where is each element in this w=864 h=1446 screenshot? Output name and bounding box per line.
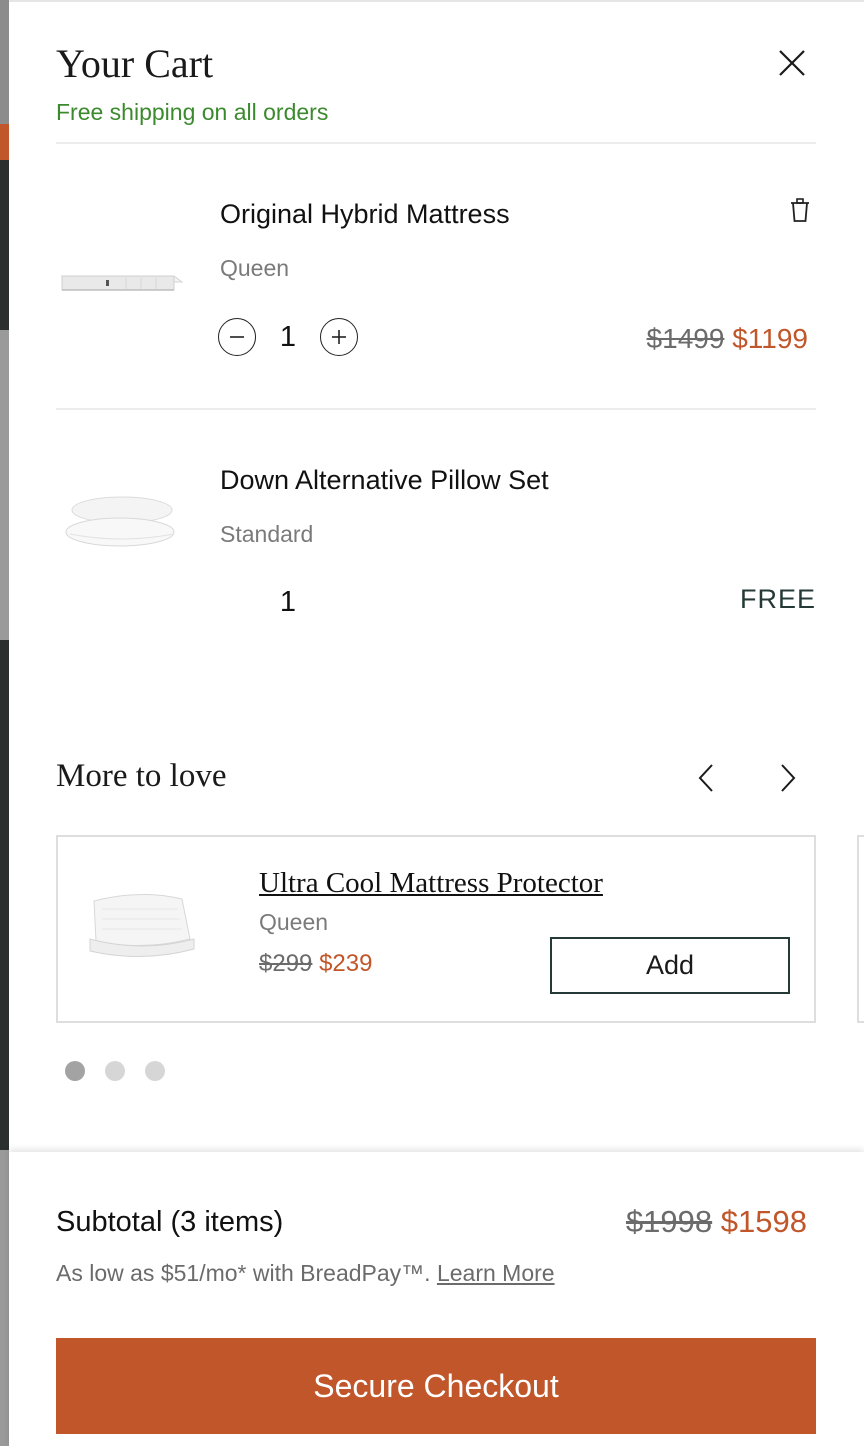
item-variant: Standard: [220, 521, 314, 547]
carousel-next-button[interactable]: [769, 760, 805, 796]
decrease-quantity-button[interactable]: [218, 318, 256, 356]
cart-drawer: Your Cart Free shipping on all orders Or…: [9, 0, 864, 1446]
price-original: $299: [259, 950, 313, 977]
recommendation-card: Ultra Cool Mattress Protector Queen $299…: [56, 835, 816, 1023]
financing-text: As low as $51/mo* with BreadPay™.: [56, 1260, 431, 1286]
minus-icon: [230, 336, 244, 338]
close-icon: [779, 50, 805, 76]
recommendations-title: More to love: [56, 758, 227, 794]
divider: [56, 408, 816, 410]
carousel-dot[interactable]: [105, 1061, 125, 1081]
add-to-cart-button[interactable]: Add: [550, 937, 790, 994]
quantity-stepper: 1: [218, 317, 358, 357]
learn-more-link[interactable]: Learn More: [437, 1260, 555, 1286]
close-button[interactable]: [775, 46, 809, 80]
plus-icon: [332, 330, 346, 344]
divider: [56, 142, 816, 144]
item-variant: Queen: [220, 255, 290, 281]
price-sale: $239: [319, 950, 373, 977]
carousel-dots: [65, 1061, 165, 1081]
financing-note: As low as $51/mo* with BreadPay™. Learn …: [56, 1260, 555, 1287]
item-price: $1499 $1199: [647, 322, 808, 356]
secure-checkout-button[interactable]: Secure Checkout: [56, 1338, 816, 1434]
chevron-right-icon: [781, 764, 796, 792]
pillow-image: [65, 496, 175, 547]
page-backdrop: [0, 0, 9, 1446]
chevron-left-icon: [698, 764, 713, 792]
subtotal-label: Subtotal (3 items): [56, 1206, 284, 1238]
subtotal-original: $1998: [625, 1204, 713, 1239]
subtotal-sale: $1598: [720, 1204, 807, 1239]
item-name: Down Alternative Pillow Set: [220, 465, 549, 495]
cart-item: Down Alternative Pillow Set Standard 1 F…: [56, 460, 816, 630]
mattress-image: [60, 275, 184, 291]
price-original: $1499: [646, 323, 725, 354]
carousel-dot[interactable]: [145, 1061, 165, 1081]
cart-header: Your Cart Free shipping on all orders: [56, 42, 816, 126]
trash-icon: [791, 198, 809, 222]
subtotal-price: $1998 $1598: [626, 1204, 807, 1240]
quantity-value: 1: [279, 320, 297, 353]
recommendation-price: $299 $239: [259, 950, 372, 978]
cart-item: Original Hybrid Mattress Queen 1 $1499 $…: [56, 194, 816, 384]
remove-item-button[interactable]: [784, 194, 816, 226]
increase-quantity-button[interactable]: [320, 318, 358, 356]
quantity-value: 1: [279, 586, 297, 618]
price-sale: $1199: [732, 323, 808, 354]
recommendation-variant: Queen: [259, 909, 329, 935]
cart-title: Your Cart: [56, 41, 214, 86]
mattress-protector-image: [89, 894, 195, 958]
shipping-note: Free shipping on all orders: [56, 99, 329, 125]
recommendation-name-link[interactable]: Ultra Cool Mattress Protector: [259, 867, 603, 900]
recommendation-card-next[interactable]: [857, 835, 864, 1023]
carousel-dot[interactable]: [65, 1061, 85, 1081]
carousel-prev-button[interactable]: [689, 760, 725, 796]
item-price-free: FREE: [739, 584, 816, 614]
item-name: Original Hybrid Mattress: [220, 199, 510, 229]
